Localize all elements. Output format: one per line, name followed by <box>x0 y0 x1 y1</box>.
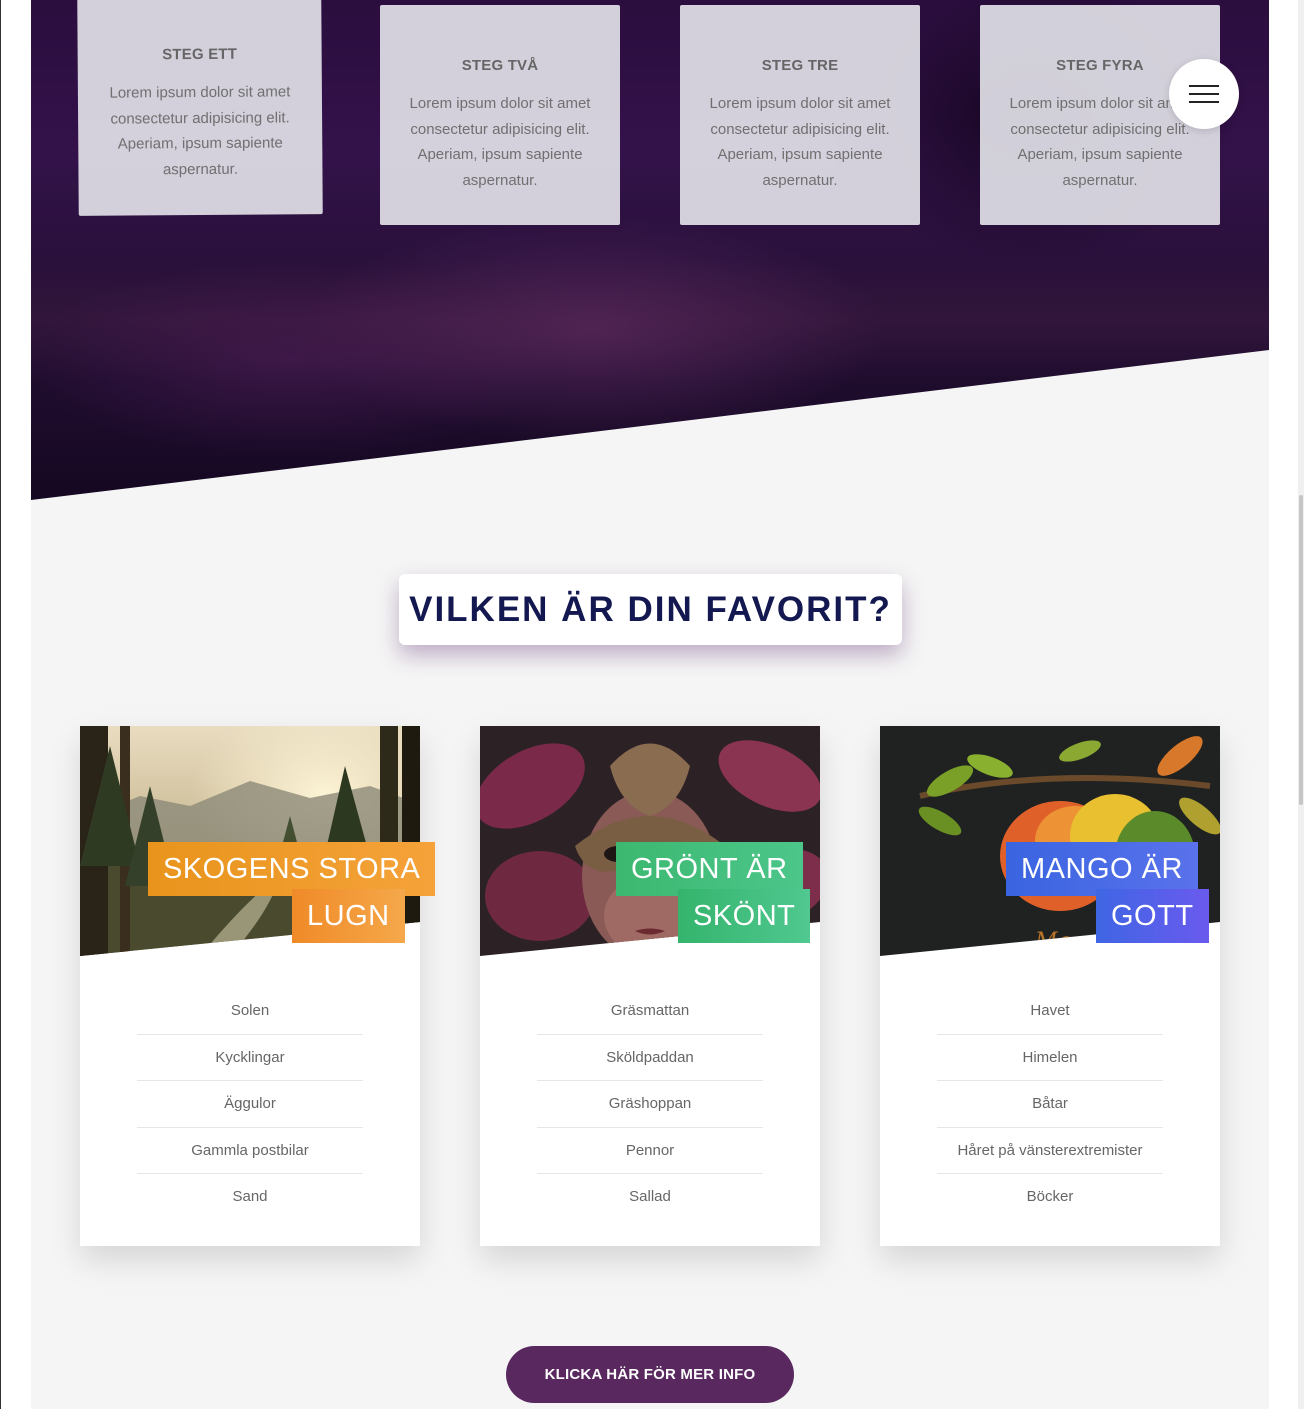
favorite-card-mask: GRÖNT ÄR SKÖNT Gräsmattan Sköldpaddan Gr… <box>480 726 820 1246</box>
card-label-line2: LUGN <box>292 889 405 943</box>
card-label-line1: MANGO ÄR <box>1006 842 1198 896</box>
card-label-line2: GOTT <box>1096 889 1209 943</box>
hamburger-menu-icon <box>1189 93 1219 95</box>
menu-button[interactable] <box>1169 59 1239 129</box>
list-item: Gräsmattan <box>537 988 763 1035</box>
list-item: Håret på vänsterextremister <box>937 1128 1163 1174</box>
page-content: STEG ETT Lorem ipsum dolor sit amet cons… <box>31 0 1269 1409</box>
list-item: Gräshoppan <box>537 1081 763 1128</box>
favorites-title-box: VILKEN ÄR DIN FAVORIT? <box>399 574 902 645</box>
hamburger-menu-icon <box>1189 101 1219 103</box>
list-item: Sallad <box>629 1188 671 1205</box>
more-info-button[interactable]: KLICKA HÄR FÖR MER INFO <box>506 1346 794 1403</box>
list-item: Böcker <box>1026 1188 1074 1205</box>
step-card-3: STEG TRE Lorem ipsum dolor sit amet cons… <box>680 5 920 225</box>
list-item: Äggulor <box>137 1081 363 1128</box>
scrollbar-thumb[interactable] <box>1299 495 1303 805</box>
list-item: Pennor <box>537 1128 763 1174</box>
step-text: Lorem ipsum dolor sit amet consectetur a… <box>409 95 591 189</box>
card-label-line2: SKÖNT <box>678 889 811 943</box>
list-item: Havet <box>937 988 1163 1035</box>
step-card-1: STEG ETT Lorem ipsum dolor sit amet cons… <box>77 0 323 216</box>
step-text: Lorem ipsum dolor sit amet consectetur a… <box>709 95 891 189</box>
step-title: STEG TRE <box>761 57 839 74</box>
favorites-title: VILKEN ÄR DIN FAVORIT? <box>409 590 892 629</box>
favorite-card-forest: SKOGENS STORA LUGN Solen Kycklingar Äggu… <box>80 726 436 1246</box>
hero-haze <box>31 260 1269 380</box>
card-list: Gräsmattan Sköldpaddan Gräshoppan Pennor… <box>537 988 763 1221</box>
hamburger-menu-icon <box>1189 85 1219 87</box>
card-label-line1: SKOGENS STORA <box>148 842 436 896</box>
step-title: STEG TVÅ <box>461 57 539 74</box>
scrollbar[interactable] <box>1298 0 1304 1409</box>
step-card-2: STEG TVÅ Lorem ipsum dolor sit amet cons… <box>380 5 620 225</box>
list-item: Sand <box>232 1188 268 1205</box>
card-list: Solen Kycklingar Äggulor Gammla postbila… <box>137 988 363 1221</box>
step-title: STEG FYRA <box>1056 57 1144 74</box>
step-title: STEG ETT <box>162 45 238 64</box>
card-list: Havet Himelen Båtar Håret på vänsterextr… <box>937 988 1163 1221</box>
window-left-border <box>0 0 1 1409</box>
list-item: Gammla postbilar <box>137 1128 363 1174</box>
step-text: Lorem ipsum dolor sit amet consectetur a… <box>109 83 291 178</box>
list-item: Himelen <box>937 1035 1163 1081</box>
favorite-card-mango: Mango MANGO ÄR GOTT Havet Himelen Båtar … <box>880 726 1220 1246</box>
list-item: Kycklingar <box>137 1035 363 1081</box>
list-item: Solen <box>137 988 363 1035</box>
card-label-line1: GRÖNT ÄR <box>616 842 803 896</box>
list-item: Båtar <box>937 1081 1163 1128</box>
list-item: Sköldpaddan <box>537 1035 763 1081</box>
